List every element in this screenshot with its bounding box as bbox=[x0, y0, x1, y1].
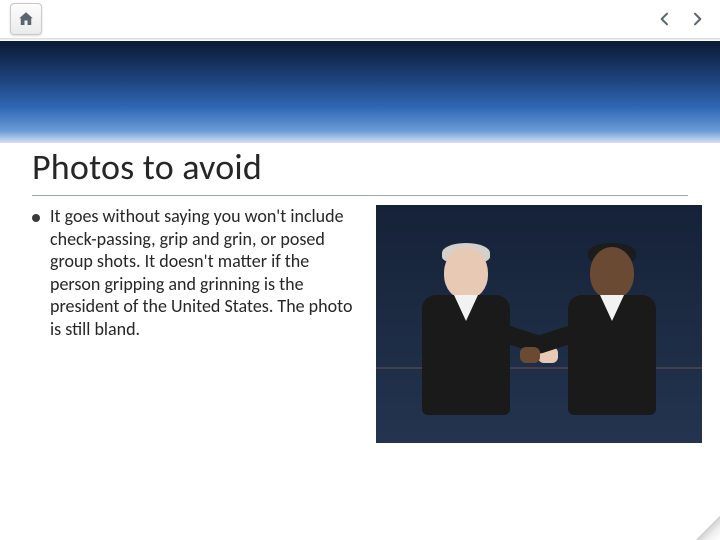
header-banner bbox=[0, 41, 720, 143]
prev-button[interactable] bbox=[652, 6, 678, 32]
slide: Photos to avoid It goes without saying y… bbox=[0, 0, 720, 540]
home-icon bbox=[17, 10, 35, 28]
content-row: It goes without saying you won't include… bbox=[32, 205, 702, 522]
bullet-dot-icon bbox=[32, 214, 40, 222]
slide-photo bbox=[376, 205, 702, 443]
image-column bbox=[376, 205, 702, 522]
text-column: It goes without saying you won't include… bbox=[32, 205, 362, 522]
bullet-text: It goes without saying you won't include… bbox=[50, 205, 362, 340]
chevron-right-icon bbox=[689, 11, 705, 27]
photo-person-left bbox=[406, 229, 526, 429]
chevron-left-icon bbox=[657, 11, 673, 27]
title-wrap: Photos to avoid bbox=[32, 145, 688, 196]
page-curl-icon bbox=[696, 516, 720, 540]
home-button[interactable] bbox=[10, 3, 42, 35]
slide-title: Photos to avoid bbox=[32, 145, 688, 189]
bullet-item: It goes without saying you won't include… bbox=[32, 205, 362, 340]
nav-buttons bbox=[652, 6, 710, 32]
photo-person-right bbox=[552, 229, 672, 429]
next-button[interactable] bbox=[684, 6, 710, 32]
toolbar bbox=[0, 0, 720, 38]
